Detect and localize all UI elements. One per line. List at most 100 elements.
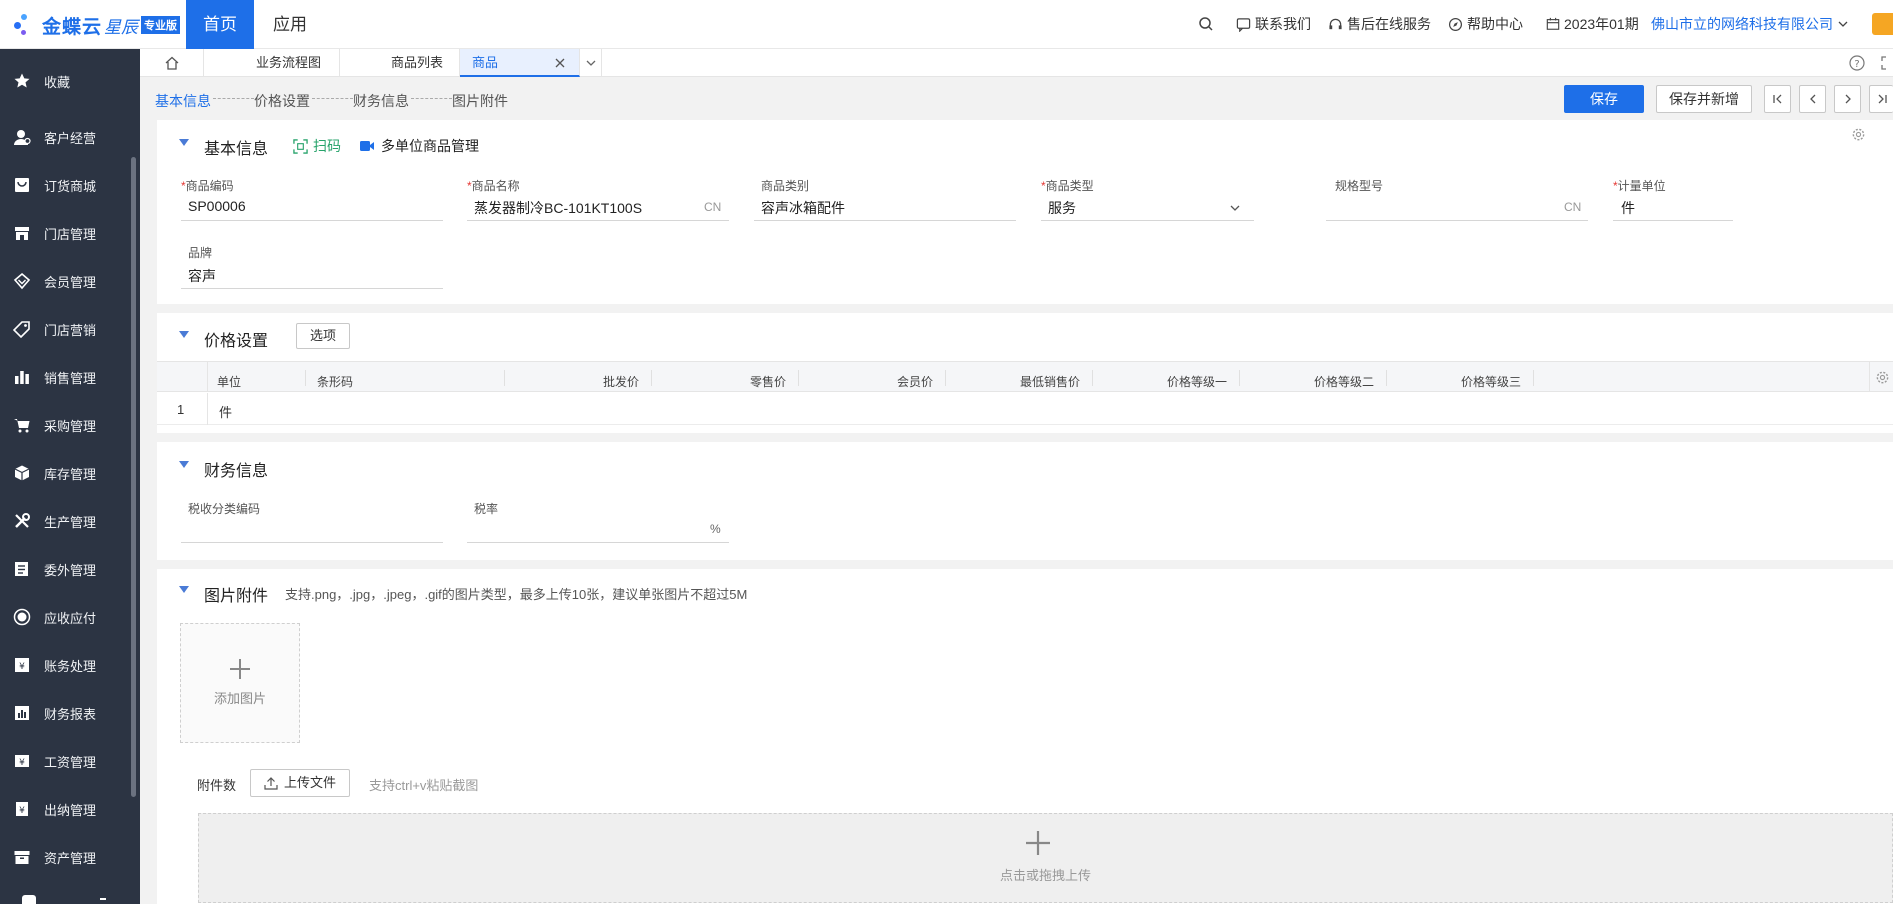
sidebar-item-reports[interactable]: 财务报表 <box>0 689 140 737</box>
settings-icon[interactable] <box>22 895 36 904</box>
name-field[interactable]: 蒸发器制冷BC-101KT100S <box>474 198 642 218</box>
column-header: 批发价 <box>602 375 639 389</box>
tab-more-dropdown[interactable] <box>580 49 602 77</box>
fullscreen-icon[interactable] <box>1881 56 1893 73</box>
section-title: 财务信息 <box>204 463 269 480</box>
category-field[interactable]: 容声冰箱配件 <box>761 198 845 218</box>
tab-flowchart[interactable]: 业务流程图 <box>204 49 340 77</box>
sidebar-item-cashier[interactable]: ¥ 出纳管理 <box>0 785 140 833</box>
step-basic[interactable]: 基本信息 <box>155 91 211 111</box>
search-icon[interactable] <box>1198 14 1218 34</box>
tab-product[interactable]: 商品 <box>460 49 580 77</box>
help-circle-icon[interactable]: ? <box>1849 55 1865 74</box>
scan-button[interactable]: 扫码 <box>293 136 341 156</box>
attachments-section: 图片附件 支持.png，.jpg，.jpeg，.gif的图片类型，最多上传10张… <box>157 569 1893 904</box>
language-suffix[interactable]: CN <box>1564 200 1581 214</box>
svg-text:¥: ¥ <box>19 662 25 672</box>
tab-product-list[interactable]: 商品列表 <box>340 49 460 77</box>
brand-field[interactable]: 容声 <box>188 266 216 286</box>
sidebar-item-label: 财务报表 <box>44 706 97 722</box>
column-header: 价格等级三 <box>1460 375 1521 389</box>
star-icon <box>0 72 44 90</box>
mall-icon <box>0 176 44 194</box>
step-attachments[interactable]: 图片附件 <box>452 91 508 111</box>
table-row[interactable]: 1 件 <box>157 393 1893 425</box>
save-and-new-button[interactable]: 保存并新增 <box>1656 85 1752 113</box>
gear-icon[interactable] <box>1851 127 1866 145</box>
chevron-down-icon[interactable] <box>1229 202 1241 214</box>
user-avatar[interactable] <box>1872 13 1893 35</box>
unit-field[interactable]: 件 <box>1621 198 1635 218</box>
sidebar-item-member[interactable]: 会员管理 <box>0 257 140 305</box>
sidebar-item-receivable[interactable]: 应收应付 <box>0 593 140 641</box>
sidebar-item-production[interactable]: 生产管理 <box>0 497 140 545</box>
brand-subname: 星辰 <box>104 17 139 37</box>
logo-mark <box>12 12 38 38</box>
step-price[interactable]: 价格设置 <box>254 91 310 111</box>
tab-home[interactable] <box>140 49 204 77</box>
collapse-triangle-icon[interactable] <box>179 139 189 146</box>
gear-icon[interactable] <box>1875 370 1890 385</box>
outsource-icon <box>0 560 44 578</box>
sidebar-scrollbar[interactable] <box>131 157 136 797</box>
prev-record-button[interactable] <box>1799 85 1826 113</box>
language-suffix[interactable]: CN <box>704 200 721 214</box>
collapse-triangle-icon[interactable] <box>179 461 189 468</box>
period-selector[interactable]: 2023年01期 <box>1546 14 1639 34</box>
last-record-button[interactable] <box>1869 85 1893 113</box>
tab-label: 商品 <box>472 55 499 70</box>
chat-icon <box>1236 17 1251 32</box>
sidebar-item-label: 出纳管理 <box>44 802 97 818</box>
sidebar-item-inventory[interactable]: 库存管理 <box>0 449 140 497</box>
multi-unit-button[interactable]: 多单位商品管理 <box>359 136 479 156</box>
company-selector[interactable]: 佛山市立的网络科技有限公司 <box>1651 14 1853 34</box>
col-divider <box>207 362 208 392</box>
sidebar-item-sales[interactable]: 销售管理 <box>0 353 140 401</box>
drop-zone[interactable]: 点击或拖拽上传 <box>198 813 1893 903</box>
collapse-triangle-icon[interactable] <box>179 586 189 593</box>
menu-icon[interactable] <box>100 898 106 904</box>
sidebar-item-outsource[interactable]: 委外管理 <box>0 545 140 593</box>
help-link[interactable]: 帮助中心 <box>1448 14 1523 34</box>
sidebar-item-marketing[interactable]: 门店营销 <box>0 305 140 353</box>
sidebar-item-mall[interactable]: 订货商城 <box>0 161 140 209</box>
sidebar-item-favorites[interactable]: 收藏 <box>0 57 140 105</box>
type-select[interactable]: 服务 <box>1048 198 1076 218</box>
sidebar-item-label: 委外管理 <box>44 562 97 578</box>
tax-code-field[interactable] <box>181 542 443 543</box>
section-title: 价格设置 <box>204 333 269 350</box>
sidebar-item-label: 会员管理 <box>44 274 97 290</box>
save-button[interactable]: 保存 <box>1564 85 1644 113</box>
sidebar-item-accounting[interactable]: ¥ 账务处理 <box>0 641 140 689</box>
first-record-button[interactable] <box>1764 85 1791 113</box>
sidebar-item-customer[interactable]: 客户经营 <box>0 113 140 161</box>
sidebar-item-salary[interactable]: ¥ 工资管理 <box>0 737 140 785</box>
tax-rate-field[interactable] <box>467 542 729 543</box>
nav-apps[interactable]: 应用 <box>260 0 320 49</box>
close-icon[interactable] <box>554 57 566 69</box>
row-unit[interactable]: 件 <box>219 402 232 421</box>
sidebar-item-store[interactable]: 门店管理 <box>0 209 140 257</box>
brand-label: 品牌 <box>188 246 213 260</box>
multi-unit-label: 多单位商品管理 <box>381 138 479 154</box>
upload-file-button[interactable]: 上传文件 <box>250 769 350 797</box>
next-record-button[interactable] <box>1834 85 1861 113</box>
collapse-triangle-icon[interactable] <box>179 331 189 338</box>
plus-icon <box>1026 831 1050 855</box>
step-finance[interactable]: 财务信息 <box>353 91 409 111</box>
contact-link[interactable]: 联系我们 <box>1236 14 1311 34</box>
options-button[interactable]: 选项 <box>296 323 350 349</box>
calendar-icon <box>1546 17 1560 30</box>
customer-icon <box>0 128 44 146</box>
col-divider <box>305 370 306 386</box>
sidebar-item-assets[interactable]: 资产管理 <box>0 833 140 881</box>
service-link[interactable]: 售后在线服务 <box>1328 14 1431 34</box>
nav-home[interactable]: 首页 <box>186 0 254 49</box>
last-page-icon <box>1878 94 1887 104</box>
home-icon <box>165 56 178 70</box>
code-field[interactable]: SP00006 <box>188 198 246 214</box>
upload-icon <box>264 777 278 790</box>
sidebar-item-purchase[interactable]: 采购管理 <box>0 401 140 449</box>
add-image-button[interactable]: 添加图片 <box>180 623 300 743</box>
app-logo[interactable]: 金蝶云 星辰 专业版 <box>12 10 181 40</box>
